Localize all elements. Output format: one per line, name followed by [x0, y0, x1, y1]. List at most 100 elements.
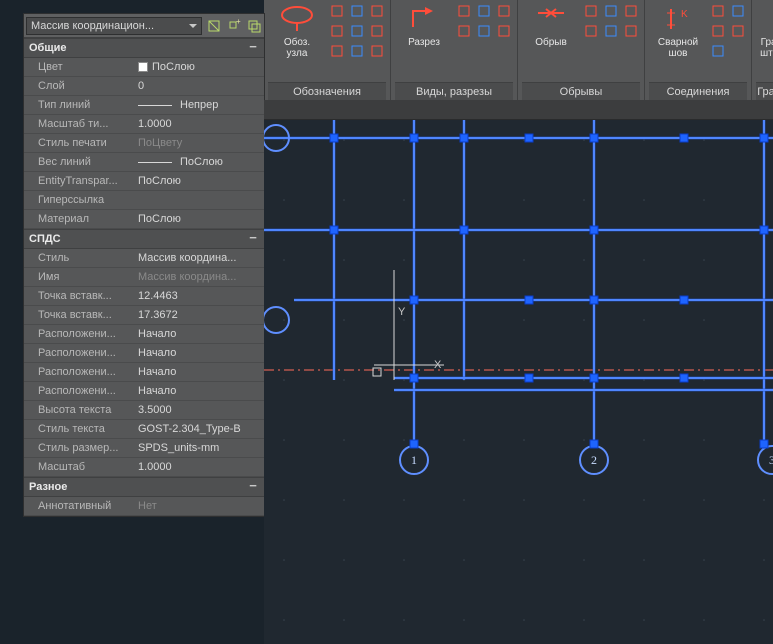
property-value[interactable]: 0 [134, 80, 264, 92]
property-row: Точка вставк...17.3672 [24, 306, 264, 325]
property-row: Расположени...Начало [24, 344, 264, 363]
property-label: Стиль текста [24, 423, 134, 435]
axis-bubble-a [264, 307, 289, 333]
property-row: Гиперссылка [24, 191, 264, 210]
ribbon-small-icon[interactable] [495, 2, 513, 20]
ribbon-small-icon[interactable] [475, 2, 493, 20]
property-label: Вес линий [24, 156, 134, 168]
property-row: ИмяМассив координа... [24, 268, 264, 287]
ribbon-small-icon[interactable] [348, 42, 366, 60]
selection-handles[interactable] [330, 134, 768, 448]
collapse-icon[interactable]: − [247, 233, 259, 245]
ribbon-big-button-1[interactable]: Разрез [395, 2, 453, 48]
property-value[interactable]: Начало [134, 366, 264, 378]
ribbon-big-label: Сварнойшов [658, 37, 698, 59]
ribbon-small-icon[interactable] [582, 22, 600, 40]
property-value[interactable]: ПоЦвету [134, 137, 264, 149]
property-label: Расположени... [24, 385, 134, 397]
collapse-icon[interactable]: − [247, 42, 259, 54]
property-row: ЦветПоСлою [24, 58, 264, 77]
ribbon-big-label: Обоз.узла [284, 37, 310, 59]
property-value[interactable]: ПоСлою [134, 175, 264, 187]
ribbon-group-0: Обоз.узла Обозначения [264, 0, 391, 100]
ribbon-small-icon[interactable] [729, 22, 747, 40]
property-label: Стиль размер... [24, 442, 134, 454]
property-value[interactable]: Начало [134, 385, 264, 397]
ribbon-small-icon[interactable] [709, 22, 727, 40]
ribbon-small-icon[interactable] [455, 2, 473, 20]
ribbon-small-icon[interactable] [368, 22, 386, 40]
ribbon-group-title: Граничные формы [756, 82, 773, 100]
ribbon-small-icon[interactable] [348, 2, 366, 20]
ribbon-small-icon[interactable] [709, 2, 727, 20]
property-label: Точка вставк... [24, 309, 134, 321]
ribbon-small-icon[interactable] [328, 22, 346, 40]
section-header[interactable]: Разное − [24, 477, 264, 497]
ribbon-big-label: Обрыв [535, 37, 567, 48]
ribbon-small-icon[interactable] [602, 22, 620, 40]
ribbon-small-icon[interactable] [602, 2, 620, 20]
pickadd-icon[interactable]: + [224, 16, 244, 36]
property-label: Высота текста [24, 404, 134, 416]
svg-text:K: K [681, 9, 688, 20]
section-title: СПДС [29, 233, 61, 245]
ribbon-group-title: Обозначения [268, 82, 386, 100]
property-value[interactable]: Нет [134, 500, 264, 512]
ribbon-big-icon-3: K [661, 2, 695, 36]
horizontal-axes [264, 138, 773, 390]
ribbon-small-icon[interactable] [328, 2, 346, 20]
ribbon-big-button-4[interactable]: Граничнаяштриховка [756, 2, 773, 59]
property-value[interactable]: 1.0000 [134, 461, 264, 473]
section-header[interactable]: Общие− [24, 38, 264, 58]
property-row: МатериалПоСлою [24, 210, 264, 229]
property-value[interactable]: 17.3672 [134, 309, 264, 321]
ribbon-group-2: ОбрывОбрывы [518, 0, 645, 100]
property-row: Расположени...Начало [24, 325, 264, 344]
ribbon: Обоз.узлаОбозначенияРазрезВиды, разрезыО… [264, 0, 773, 100]
property-value[interactable]: 3.5000 [134, 404, 264, 416]
ribbon-big-button-2[interactable]: Обрыв [522, 2, 580, 48]
section-header[interactable]: СПДС − [24, 229, 264, 249]
property-value[interactable]: 1.0000 [134, 118, 264, 130]
svg-text:2: 2 [591, 453, 597, 467]
property-value[interactable]: Массив координа... [134, 271, 264, 283]
axis-bubbles: 123 [400, 446, 773, 474]
ribbon-small-icon[interactable] [495, 22, 513, 40]
ribbon-small-icon[interactable] [709, 42, 727, 60]
property-value[interactable]: Начало [134, 328, 264, 340]
ribbon-big-label: Разрез [408, 37, 440, 48]
properties-palette: Массив координацион... + Общие−ЦветПоСло… [23, 13, 265, 517]
property-row: Стиль размер...SPDS_units-mm [24, 439, 264, 458]
quick-select-icon[interactable] [204, 16, 224, 36]
property-value[interactable]: GOST-2.304_Type-B [134, 423, 264, 435]
property-row: СтильМассив координа... [24, 249, 264, 268]
property-label: Аннотативный [24, 500, 134, 512]
ribbon-big-button-0[interactable]: Обоз.узла [268, 2, 326, 59]
ribbon-big-button-3[interactable]: K Сварнойшов [649, 2, 707, 59]
property-value[interactable]: 12.4463 [134, 290, 264, 302]
property-value[interactable]: ПоСлою [134, 213, 264, 225]
ribbon-small-icon[interactable] [328, 42, 346, 60]
property-value[interactable]: Непрер [134, 99, 264, 111]
section-title: Разное [29, 481, 67, 493]
ribbon-small-icon[interactable] [475, 22, 493, 40]
ribbon-small-icon[interactable] [729, 2, 747, 20]
property-value[interactable]: SPDS_units-mm [134, 442, 264, 454]
property-label: Стиль [24, 252, 134, 264]
ribbon-small-icon[interactable] [622, 2, 640, 20]
property-value[interactable]: Начало [134, 347, 264, 359]
ribbon-small-icon[interactable] [622, 22, 640, 40]
ribbon-small-icon[interactable] [368, 2, 386, 20]
property-label: Масштаб ти... [24, 118, 134, 130]
property-value[interactable]: ПоСлою [134, 156, 264, 168]
property-value[interactable]: ПоСлою [134, 61, 264, 73]
drawing-canvas[interactable]: 123 X Y [264, 120, 773, 644]
select-object-icon[interactable] [244, 16, 264, 36]
property-value[interactable]: Массив координа... [134, 252, 264, 264]
ribbon-small-icon[interactable] [348, 22, 366, 40]
ribbon-small-icon[interactable] [368, 42, 386, 60]
object-selector[interactable]: Массив координацион... [26, 17, 202, 35]
ribbon-small-icon[interactable] [455, 22, 473, 40]
collapse-icon[interactable]: − [247, 481, 259, 493]
ribbon-small-icon[interactable] [582, 2, 600, 20]
